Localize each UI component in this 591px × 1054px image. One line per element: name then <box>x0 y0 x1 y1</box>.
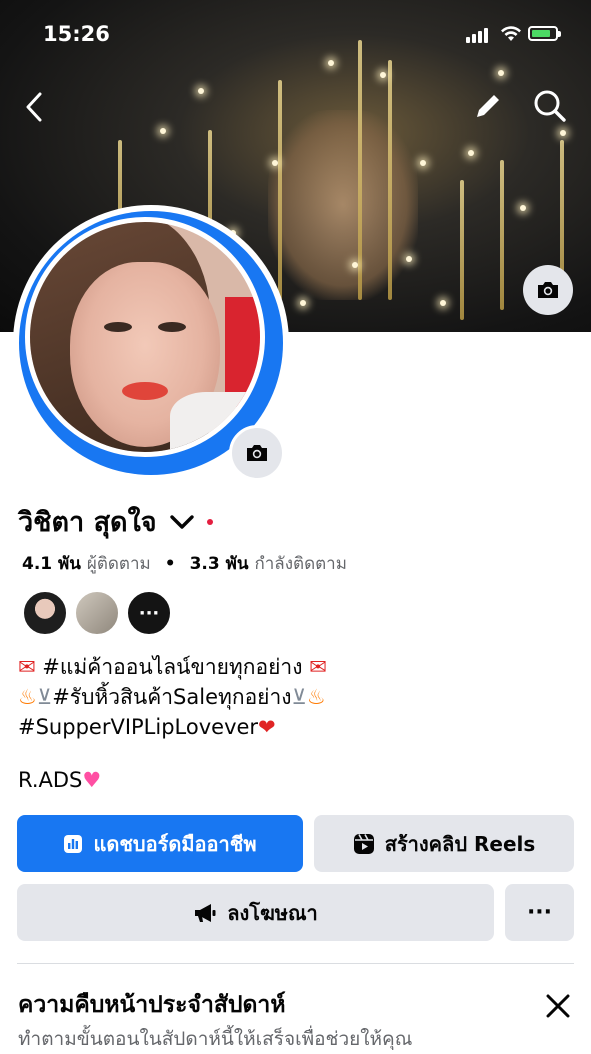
search-icon[interactable] <box>532 88 568 124</box>
friend-avatar[interactable] <box>74 590 120 636</box>
mailbox-emoji: ✉ <box>309 655 327 679</box>
create-reels-button[interactable]: สร้างคลิป Reels <box>314 815 574 872</box>
section-divider <box>17 963 574 964</box>
heart-emoji: ❤ <box>258 715 276 739</box>
follow-stats: 4.1 พัน ผู้ติดตาม • 3.3 พัน กำลังติดตาม <box>22 550 347 577</box>
cover-hand-shape <box>268 110 418 300</box>
status-time: 15:26 <box>43 22 110 46</box>
profile-name: วิชิตา สุดใจ <box>18 507 157 538</box>
reels-icon <box>353 833 374 854</box>
avatar-image <box>25 217 265 457</box>
dashboard-chart-icon <box>64 834 83 853</box>
battery-icon <box>528 26 561 41</box>
mailbox-emoji: ✉ <box>18 655 36 679</box>
camera-icon <box>247 445 267 461</box>
profile-bio: ✉ #แม่ค้าออนไลน์ขายทุกอย่าง ✉ ♨⊻#รับหิ้ว… <box>18 652 327 742</box>
advertise-button[interactable]: ลงโฆษณา <box>17 884 494 941</box>
fire-emoji: ♨ <box>306 685 326 709</box>
followers-count[interactable]: 4.1 พัน <box>22 550 81 577</box>
edit-pencil-icon[interactable] <box>472 90 504 122</box>
following-label[interactable]: กำลังติดตาม <box>254 550 346 577</box>
stats-separator: • <box>164 553 176 574</box>
more-options-button[interactable]: ··· <box>505 884 574 941</box>
cover-camera-button[interactable] <box>523 265 573 315</box>
fire-emoji: ♨ <box>18 685 37 709</box>
bio-line: ✉ #แม่ค้าออนไลน์ขายทุกอย่าง ✉ <box>18 655 327 679</box>
profile-name-row[interactable]: วิชิตา สุดใจ <box>18 500 213 543</box>
close-icon[interactable] <box>545 993 571 1019</box>
pink-heart-emoji: ♥ <box>82 768 102 792</box>
bio-line: R.ADS♥ <box>18 768 102 792</box>
advertise-label: ลงโฆษณา <box>227 900 318 925</box>
friend-avatar[interactable] <box>22 590 68 636</box>
megaphone-icon <box>195 903 216 922</box>
cart-emoji: ⊻ <box>291 685 307 709</box>
notification-dot <box>206 518 213 525</box>
camera-icon <box>538 282 558 298</box>
wifi-icon <box>501 26 521 41</box>
back-arrow-icon[interactable] <box>22 90 46 124</box>
chevron-down-icon[interactable] <box>169 513 195 531</box>
more-friends-button[interactable]: ··· <box>126 590 172 636</box>
followers-label[interactable]: ผู้ติดตาม <box>87 550 151 577</box>
dashboard-label: แดชบอร์ดมืออาชีพ <box>93 831 257 856</box>
friend-avatars[interactable]: ··· <box>22 590 172 636</box>
weekly-progress-title: ความคืบหน้าประจำสัปดาห์ <box>18 992 286 1018</box>
reels-label: สร้างคลิป Reels <box>384 831 536 856</box>
cellular-signal-icon <box>466 28 488 43</box>
bio-line: #SupperVIPLipLovever❤ <box>18 715 276 739</box>
cart-emoji: ⊻ <box>36 685 53 709</box>
professional-dashboard-button[interactable]: แดชบอร์ดมืออาชีพ <box>17 815 303 872</box>
status-bar: 15:26 <box>0 0 591 70</box>
following-count[interactable]: 3.3 พัน <box>190 550 249 577</box>
bio-line: ♨⊻#รับหิ้วสินค้าSaleทุกอย่าง⊻♨ <box>18 685 326 709</box>
avatar-camera-button[interactable] <box>229 425 285 481</box>
